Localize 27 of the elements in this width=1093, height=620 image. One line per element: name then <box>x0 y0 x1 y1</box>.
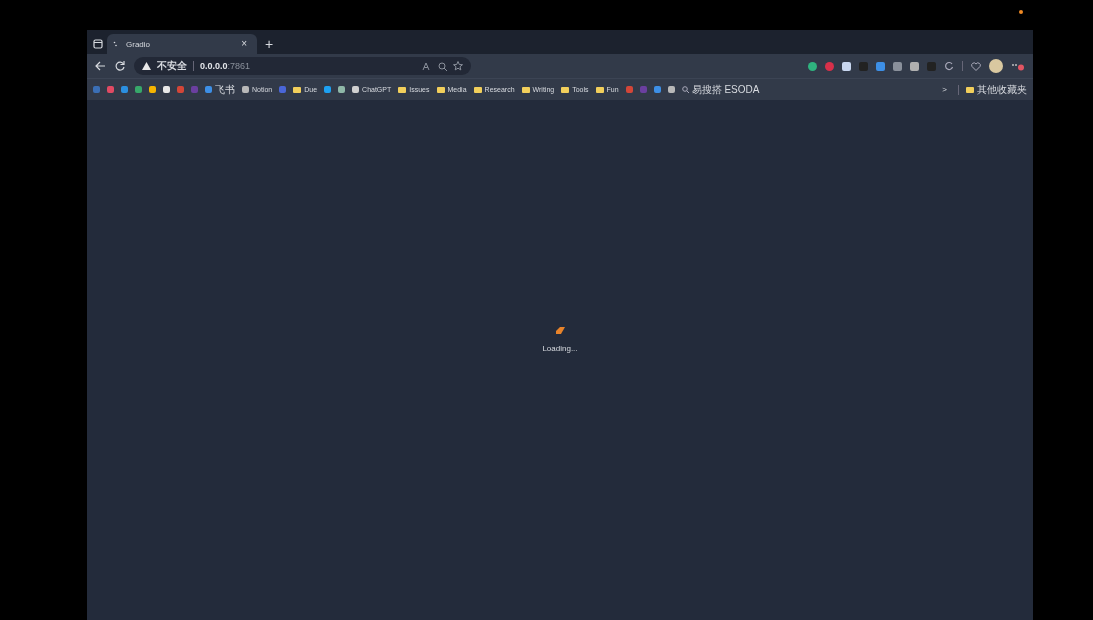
refresh-extension-icon[interactable] <box>944 61 954 71</box>
zoom-icon[interactable] <box>438 61 447 71</box>
heart-icon[interactable] <box>971 61 981 71</box>
url-text: 0.0.0.0:7861 <box>200 61 251 71</box>
more-menu-icon[interactable] <box>1011 61 1025 71</box>
close-tab-button[interactable]: × <box>237 39 251 49</box>
browser-tab[interactable]: Gradio × <box>107 34 257 54</box>
bookmark-link[interactable]: 易搜搭 ESODA <box>681 82 760 97</box>
new-tab-button[interactable]: + <box>261 37 278 51</box>
back-icon[interactable] <box>95 61 106 71</box>
warning-icon <box>142 62 151 70</box>
spinner-icon <box>555 327 565 334</box>
other-bookmarks-folder[interactable]: 其他收藏夹 <box>966 82 1027 97</box>
loading-dots-icon <box>113 41 118 47</box>
recording-dot <box>1019 10 1023 14</box>
reload-icon[interactable] <box>114 60 126 72</box>
read-aloud-icon[interactable] <box>422 61 432 71</box>
tab-overview-icon[interactable] <box>93 39 103 49</box>
loading-text: Loading... <box>542 344 578 353</box>
star-icon[interactable] <box>453 61 463 71</box>
more-bookmarks-button[interactable]: > <box>938 85 951 94</box>
security-label: 不安全 <box>157 59 187 73</box>
tab-title: Gradio <box>126 39 150 49</box>
avatar-icon[interactable] <box>989 59 1003 73</box>
bookmark-link[interactable]: 飞书 <box>205 82 235 97</box>
search-icon <box>681 86 689 93</box>
address-bar[interactable]: 不安全 0.0.0.0:7861 <box>134 57 471 75</box>
